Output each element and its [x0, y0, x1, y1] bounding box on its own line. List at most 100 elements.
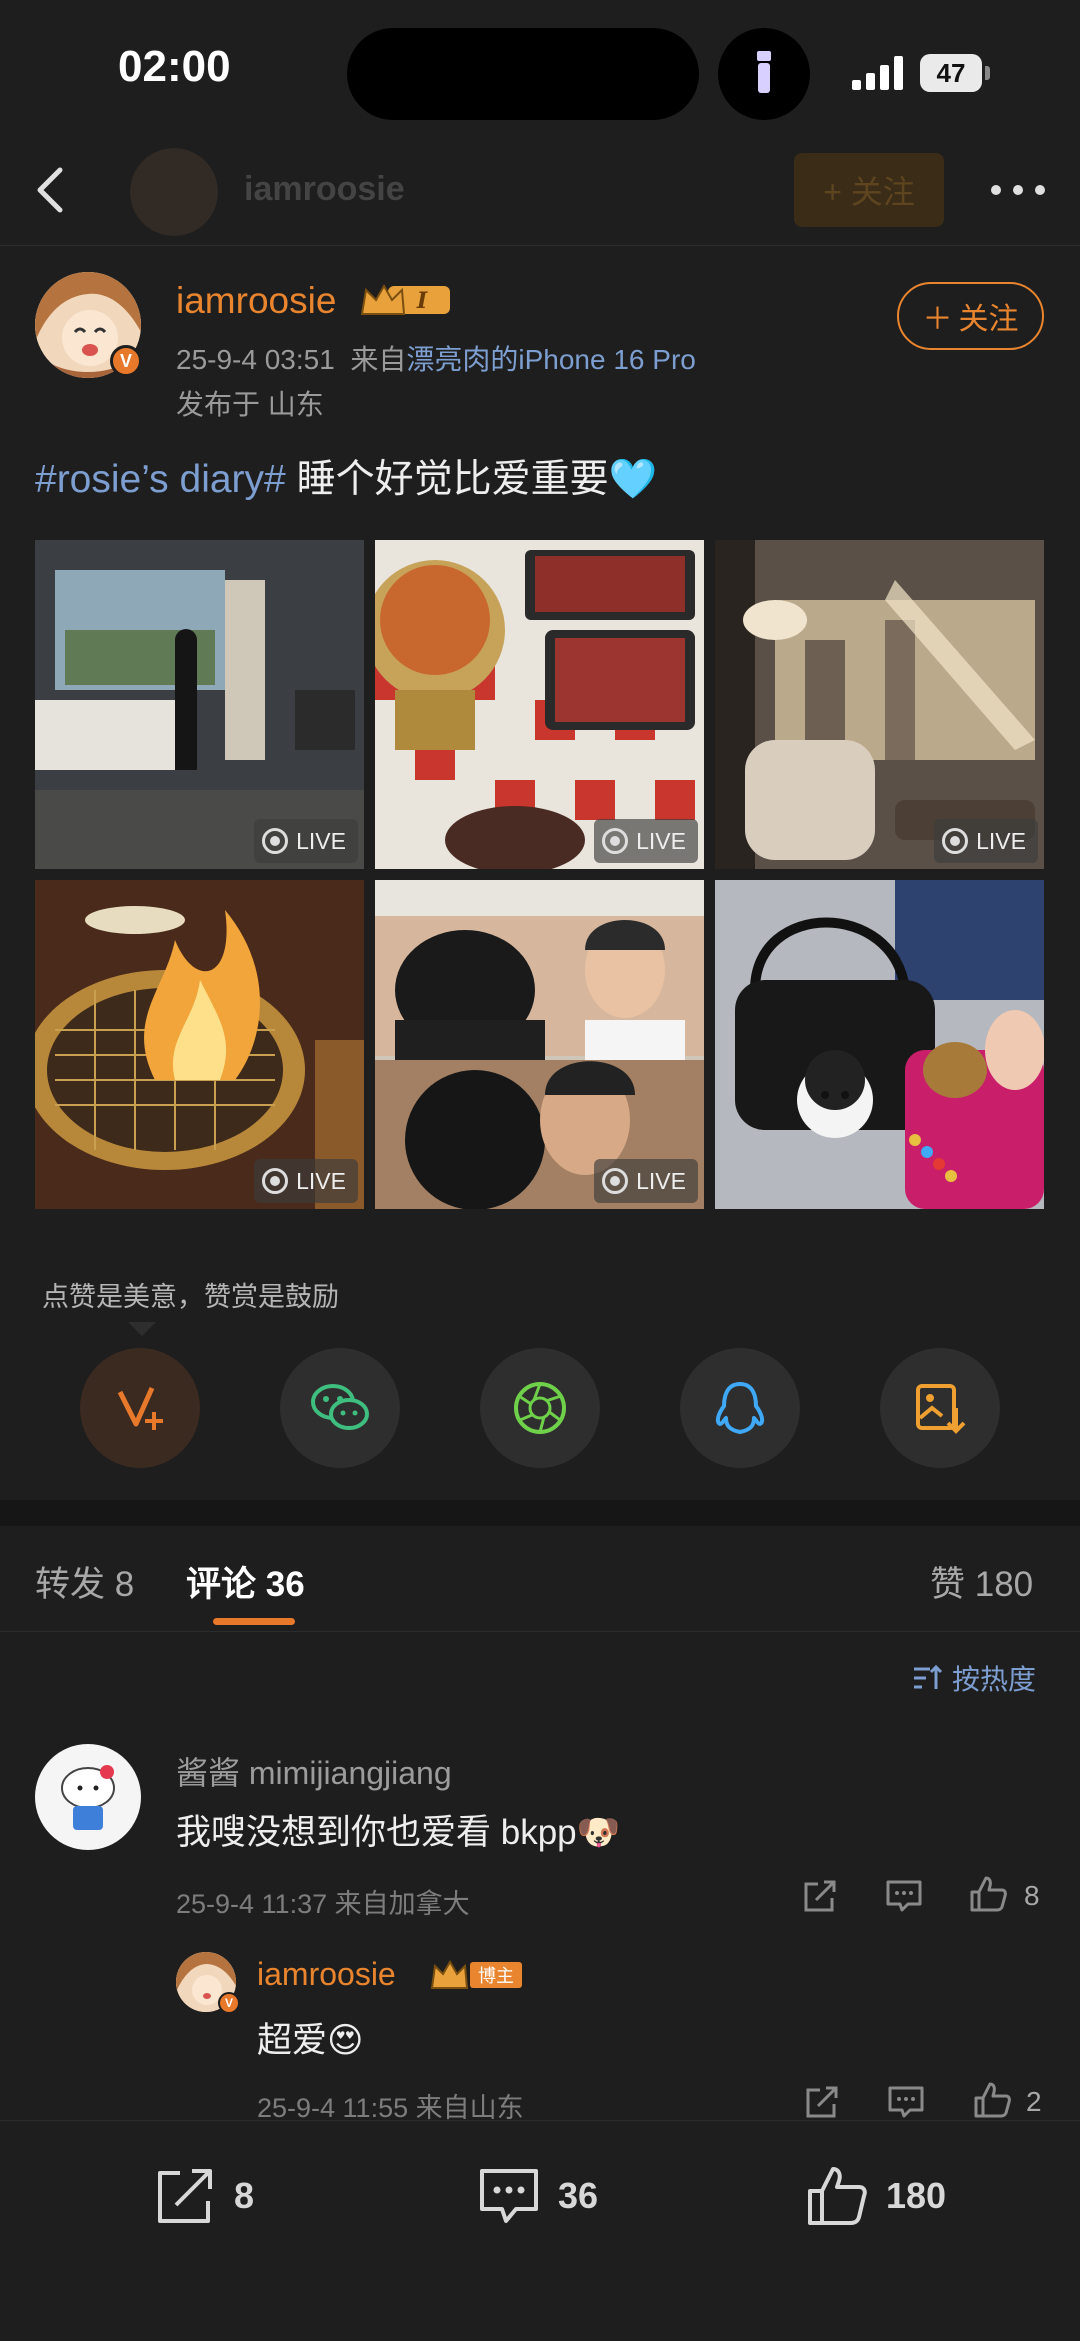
live-label: LIVE — [636, 1167, 686, 1194]
photo-hotpot-meat[interactable]: LIVE — [375, 540, 704, 869]
status-bar: 02:00 47 — [0, 0, 1080, 140]
sort-icon — [914, 1664, 943, 1689]
photo-drama-stills[interactable]: LIVE — [375, 880, 704, 1209]
photo-lounge-chair[interactable]: LIVE — [715, 540, 1044, 869]
sort-button[interactable]: 按热度 — [912, 1658, 1036, 1698]
commenter-name[interactable]: 酱酱 mimijiangjiang — [176, 1748, 452, 1794]
live-photo-badge: LIVE — [254, 1159, 358, 1203]
follow-label: 关注 — [958, 303, 1019, 336]
hashtag-link[interactable]: #rosie’s diary# — [35, 458, 286, 501]
repost-count: 8 — [234, 2175, 255, 2216]
post-text: 睡个好觉比爱重要 — [285, 458, 609, 501]
live-label: LIVE — [976, 827, 1026, 854]
reply-body: 超爱 — [257, 2021, 328, 2060]
live-photo-badge: LIVE — [934, 819, 1038, 863]
comment-like-count: 8 — [1024, 1880, 1040, 1911]
post-body: #rosie’s diary# 睡个好觉比爱重要🩵 — [35, 448, 657, 504]
device-source-link[interactable]: 漂亮肉的iPhone 16 Pro — [406, 344, 695, 375]
live-label: LIVE — [296, 827, 346, 854]
live-label: LIVE — [636, 827, 686, 854]
comment-text: 我嗖没想到你也爱看 bkpp🐶 — [176, 1804, 620, 1855]
live-photo-icon — [602, 1168, 629, 1194]
share-row — [0, 1348, 1080, 1468]
wechat-icon — [311, 1384, 369, 1430]
doge-emoji: 🐶 — [576, 1813, 621, 1852]
comment-meta: 25-9-4 11:37 来自加拿大 — [176, 1889, 470, 1919]
comment-like-icon[interactable] — [968, 1874, 1008, 1914]
comment-reply-icon[interactable] — [884, 1876, 924, 1916]
author-name[interactable]: iamroosie — [176, 280, 336, 322]
reply-verified-badge-icon: V — [218, 1992, 240, 2014]
comment-body: 我嗖没想到你也爱看 bkpp — [176, 1813, 577, 1852]
back-arrow-icon[interactable] — [22, 160, 82, 220]
share-moments-button[interactable] — [480, 1348, 600, 1468]
reward-hint: 点赞是美意，赞赏是鼓励 — [42, 1282, 339, 1312]
follow-button[interactable]: ＋关注 — [897, 282, 1044, 350]
nav-avatar[interactable] — [130, 148, 218, 236]
light-blue-heart-emoji: 🩵 — [608, 458, 658, 501]
comment-bubble-icon — [480, 2169, 538, 2223]
reply-like-count: 2 — [1026, 2086, 1042, 2117]
post-region: 发布于 山东 — [176, 389, 324, 420]
share-qq-button[interactable] — [680, 1348, 800, 1468]
qq-penguin-icon — [715, 1382, 765, 1434]
post-meta: 25-9-4 03:51 来自漂亮肉的iPhone 16 Pro — [176, 338, 696, 378]
active-tab-indicator — [213, 1618, 295, 1625]
tab-comments[interactable]: 评论 36 — [186, 1556, 305, 1607]
reply-text: 超爱😍 — [257, 2012, 364, 2063]
blogger-badge: 博主 — [478, 1966, 514, 1987]
live-photo-badge: LIVE — [254, 819, 358, 863]
share-wechat-button[interactable] — [280, 1348, 400, 1468]
reply-author-name[interactable]: iamroosie — [257, 1956, 396, 1993]
battery-icon: 47 — [920, 54, 982, 92]
vip-level: I — [416, 288, 428, 314]
photo-bbq-grill-flame[interactable]: LIVE — [35, 880, 364, 1209]
like-count: 180 — [886, 2175, 947, 2216]
repost-button[interactable]: 8 — [152, 2161, 254, 2231]
reply-like-icon[interactable] — [972, 2080, 1012, 2120]
more-options-icon[interactable] — [988, 178, 1048, 202]
live-photo-icon — [942, 828, 969, 854]
sort-label: 按热度 — [952, 1664, 1037, 1695]
tab-reposts[interactable]: 转发 8 — [35, 1556, 134, 1607]
plus-icon: ＋ — [922, 303, 953, 336]
interaction-tabs: 转发 8 评论 36 赞 180 — [0, 1526, 1080, 1632]
reply-comment-icon[interactable] — [886, 2082, 926, 2122]
reward-pointer — [128, 1322, 156, 1336]
comment-count: 36 — [558, 2175, 599, 2216]
like-thumb-icon — [808, 2167, 867, 2225]
battery-tip — [985, 66, 990, 80]
clock: 02:00 — [118, 42, 231, 91]
repost-icon — [158, 2169, 212, 2223]
verified-badge-icon: V — [110, 345, 142, 377]
comment-share-icon[interactable] — [800, 1876, 840, 1916]
heart-eyes-emoji: 😍 — [327, 2021, 364, 2060]
live-photo-icon — [262, 828, 289, 854]
live-photo-badge: LIVE — [594, 1159, 698, 1203]
nav-follow-button[interactable]: + 关注 — [794, 153, 944, 227]
tab-likes[interactable]: 赞 180 — [930, 1556, 1033, 1607]
moments-shutter-icon — [514, 1382, 566, 1434]
comment-button[interactable]: 36 — [476, 2161, 598, 2231]
post-time: 25-9-4 03:51 — [176, 344, 335, 375]
nav-username: iamroosie — [244, 170, 405, 208]
vip-crown-icon: I — [360, 283, 450, 315]
live-photo-badge: LIVE — [594, 819, 698, 863]
reward-button[interactable] — [80, 1348, 200, 1468]
cellular-signal-icon — [852, 56, 903, 90]
bottom-action-bar: 8 36 180 — [0, 2120, 1080, 2341]
source-prefix: 来自 — [350, 344, 407, 375]
top-nav-bar: iamroosie + 关注 — [0, 140, 1080, 246]
reward-v-plus-icon — [117, 1386, 163, 1430]
commenter-avatar[interactable] — [35, 1744, 141, 1850]
save-image-button[interactable] — [880, 1348, 1000, 1468]
photo-hotel-room[interactable]: LIVE — [35, 540, 364, 869]
section-divider — [0, 1500, 1080, 1526]
flashlight-icon[interactable] — [718, 28, 810, 120]
reply-crown-badge: 博主 — [430, 1960, 522, 1989]
photo-bag-charm[interactable] — [715, 880, 1044, 1209]
reply-share-icon[interactable] — [802, 2082, 842, 2122]
like-button[interactable]: 180 — [804, 2161, 946, 2231]
live-photo-icon — [602, 828, 629, 854]
dynamic-island — [347, 28, 699, 120]
